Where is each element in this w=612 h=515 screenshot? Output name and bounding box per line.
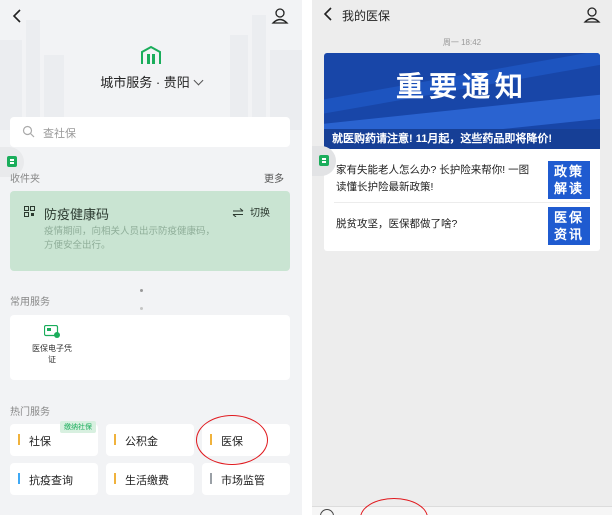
user-profile-icon[interactable]	[270, 6, 290, 26]
news-message-card: 重要通知 就医购药请注意! 11月起，这些药品即将降价! 家有失能老人怎么办? …	[324, 53, 600, 251]
banner-headline: 重要通知	[395, 71, 528, 102]
health-code-card[interactable]: 防疫健康码 切换 疫情期间，向相关人员出示防疫健康码，方便安全出行。	[10, 191, 290, 271]
service-label: 抗疫查询	[29, 475, 73, 487]
back-arrow-icon[interactable]	[8, 6, 28, 26]
service-accent-bar	[18, 473, 20, 484]
switch-button[interactable]: 切换	[232, 204, 270, 219]
bottom-menu-bar	[312, 506, 612, 515]
page-title: 我的医保	[342, 9, 391, 23]
my-medical-insurance-chat-screen: 我的医保 周一 18:42 重要通知 就医购药请注意! 11月起，这些药品即将降…	[312, 0, 612, 515]
service-accent-bar	[210, 434, 212, 445]
service-epidemic-query[interactable]: 抗疫查询	[10, 463, 98, 495]
medical-insurance-ecert-label: 医保电子凭证	[32, 344, 72, 364]
medical-card-icon	[44, 325, 60, 338]
article-thumbnail: 政策 解读	[548, 161, 590, 199]
carousel-pagination	[140, 279, 160, 310]
service-accent-bar	[18, 434, 20, 445]
mini-program-icon	[319, 155, 329, 166]
article-item-poverty-alleviation[interactable]: 脱贫攻坚，医保都做了啥? 医保 资讯	[324, 203, 600, 249]
search-placeholder: 查社保	[43, 128, 76, 140]
service-label: 社保	[29, 436, 51, 448]
service-label: 公积金	[125, 436, 158, 448]
city-selector[interactable]: 城市服务 · 贵阳	[0, 72, 302, 91]
service-housing-fund[interactable]: 公积金	[106, 424, 194, 456]
service-social-security[interactable]: 社保 缴纳社保	[10, 421, 98, 456]
service-accent-bar	[114, 434, 116, 445]
service-utility-payment[interactable]: 生活缴费	[106, 463, 194, 495]
qr-code-icon	[24, 206, 35, 217]
health-code-description: 疫情期间，向相关人员出示防疫健康码，方便安全出行。	[44, 226, 216, 251]
service-label: 生活缴费	[125, 475, 169, 487]
common-services-title: 常用服务	[10, 297, 50, 308]
service-accent-bar	[114, 473, 116, 484]
city-selector-label: 城市服务 · 贵阳	[100, 75, 190, 90]
back-arrow-icon[interactable]	[320, 5, 338, 23]
service-label: 市场监管	[221, 475, 265, 487]
page-dot	[140, 307, 143, 310]
service-label: 医保	[221, 436, 243, 448]
service-market-supervision[interactable]: 市场监管	[202, 463, 290, 495]
service-medical-insurance[interactable]: 医保	[202, 424, 290, 456]
article-item-long-term-care[interactable]: 家有失能老人怎么办? 长护险来帮你! 一图读懂长护险最新政策! 政策 解读	[324, 157, 600, 203]
more-link[interactable]: 更多	[264, 170, 284, 185]
mini-program-icon	[7, 156, 17, 167]
article-title: 脱贫攻坚，医保都做了啥?	[336, 218, 458, 230]
service-accent-bar	[210, 473, 212, 484]
search-icon	[22, 125, 35, 138]
service-badge: 缴纳社保	[60, 421, 96, 433]
user-profile-icon[interactable]	[582, 5, 602, 25]
hot-services-title: 热门服务	[10, 407, 50, 418]
switch-arrows-icon	[232, 208, 244, 218]
search-input[interactable]: 查社保	[10, 117, 290, 147]
top-bar	[0, 0, 302, 34]
top-bar: 我的医保	[312, 0, 612, 30]
health-code-title: 防疫健康码	[44, 207, 110, 222]
chevron-down-icon	[193, 75, 204, 86]
city-services-screen: 城市服务 · 贵阳 查社保 收件夹 更多 防疫健康码 切换 疫情期间，向相关人员…	[0, 0, 302, 515]
favorites-section-title: 收件夹	[10, 174, 40, 185]
message-timestamp: 周一 18:42	[442, 38, 482, 47]
switch-label: 切换	[250, 208, 270, 219]
medical-insurance-ecert-button[interactable]: 医保电子凭证	[32, 325, 72, 375]
city-services-logo-icon	[141, 45, 161, 64]
article-title: 家有失能老人怎么办? 长护险来帮你! 一图读懂长护险最新政策!	[336, 164, 530, 193]
panel-divider	[302, 0, 312, 515]
important-notice-banner[interactable]: 重要通知 就医购药请注意! 11月起，这些药品即将降价!	[324, 53, 600, 149]
common-services-card: 医保电子凭证	[10, 315, 290, 380]
banner-subtitle: 就医购药请注意! 11月起，这些药品即将降价!	[324, 129, 600, 149]
article-thumbnail: 医保 资讯	[548, 207, 590, 245]
page-dot-active	[140, 289, 143, 292]
